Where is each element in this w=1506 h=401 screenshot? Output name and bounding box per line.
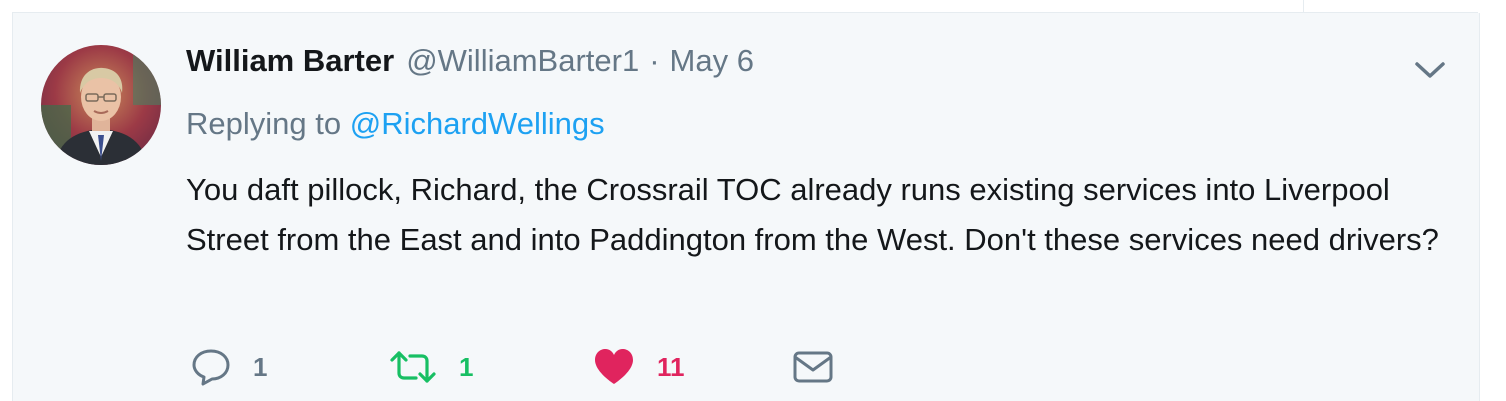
retweet-button[interactable]: 1 — [389, 343, 473, 391]
reply-button[interactable]: 1 — [191, 343, 267, 391]
reply-count: 1 — [253, 351, 268, 382]
tweet-header: William Barter @WilliamBarter1 · May 6 — [186, 43, 754, 87]
timeline: William Barter @WilliamBarter1 · May 6 R… — [0, 0, 1506, 401]
direct-message-button[interactable] — [791, 343, 835, 391]
reply-context-label: Replying to — [186, 106, 342, 141]
envelope-icon — [793, 351, 833, 383]
timestamp[interactable]: May 6 — [670, 43, 754, 79]
like-count: 11 — [657, 351, 685, 382]
heart-icon — [595, 349, 633, 384]
like-button[interactable]: 11 — [593, 343, 685, 391]
retweet-count: 1 — [459, 351, 474, 382]
divider — [1303, 0, 1304, 12]
avatar[interactable] — [41, 45, 161, 165]
author-fullname[interactable]: William Barter — [186, 43, 394, 79]
avatar-photo — [41, 45, 161, 165]
reply-mention-link[interactable]: @RichardWellings — [350, 106, 605, 141]
reply-icon — [192, 349, 230, 386]
retweet-icon — [390, 351, 436, 383]
chevron-down-icon[interactable] — [1413, 59, 1447, 81]
author-username[interactable]: @WilliamBarter1 — [406, 43, 639, 79]
reply-context: Replying to @RichardWellings — [186, 106, 605, 142]
separator-dot: · — [649, 43, 660, 78]
tweet-card[interactable]: William Barter @WilliamBarter1 · May 6 R… — [12, 13, 1480, 401]
tweet-text: You daft pillock, Richard, the Crossrail… — [186, 172, 1439, 257]
previous-tweet-edge — [12, 0, 1478, 13]
